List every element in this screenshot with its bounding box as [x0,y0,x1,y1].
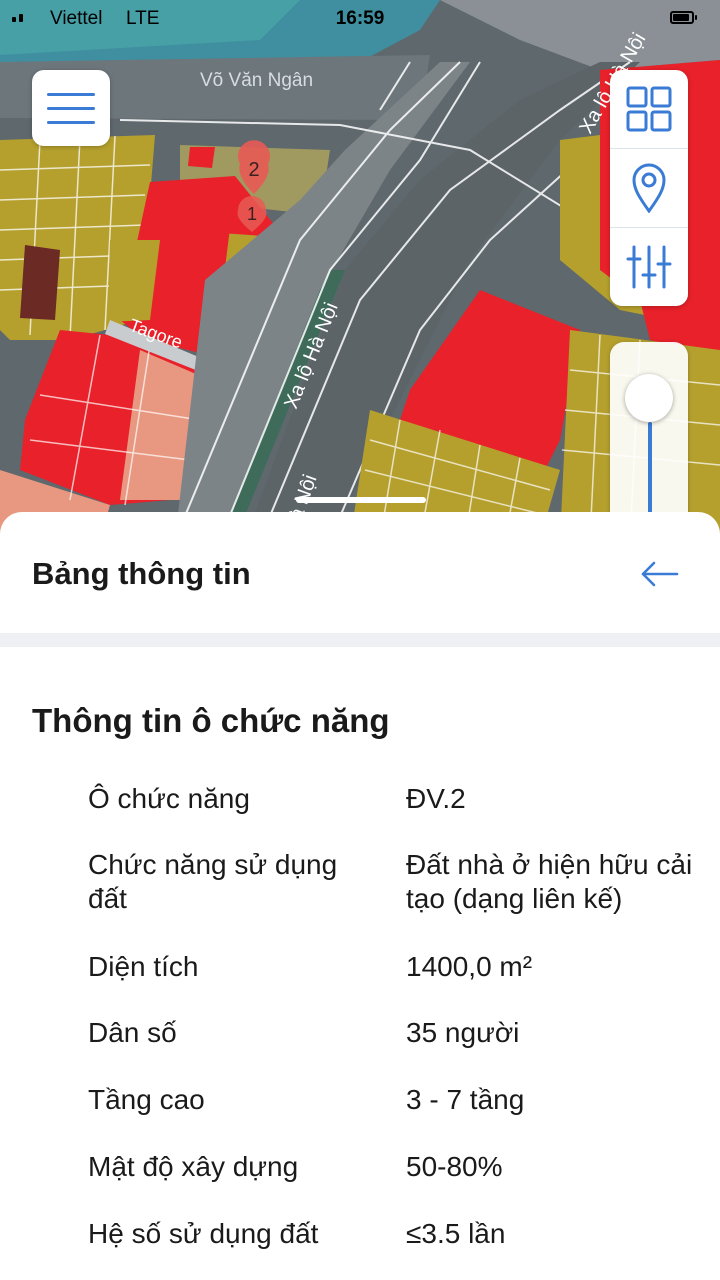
row-label: Mật độ xây dựng [88,1151,299,1182]
row-value: ≤3.5 lần [406,1218,506,1249]
filter-button[interactable] [610,228,688,306]
sliders-icon [626,245,672,289]
row-value: 50-80% [406,1151,503,1182]
row-label: Ô chức năng [88,783,250,814]
layers-button[interactable] [610,70,688,149]
back-button[interactable] [636,556,684,592]
row-label: Hệ số sử dụng đất [88,1218,319,1249]
info-panel: Bảng thông tin Thông tin ô chức năng Ô c… [0,512,720,1280]
location-pin-icon [632,163,666,213]
row-value: 3 - 7 tầng [406,1084,525,1115]
locate-button[interactable] [610,149,688,228]
panel-title: Bảng thông tin [32,556,251,591]
map-toolbar [610,70,688,306]
svg-text:2: 2 [248,159,259,181]
battery-icon [670,11,697,24]
row-label: Dân số [88,1017,177,1048]
row-label: Chức năng sử dụng đất [88,849,338,914]
section-divider [0,633,720,647]
row-value: ĐV.2 [406,783,466,814]
zoom-slider-thumb[interactable] [625,374,673,422]
arrow-left-icon [641,561,679,587]
status-time: 16:59 [335,8,385,29]
row-label: Diện tích [88,951,199,982]
row-value: 1400,0 m² [406,951,533,982]
info-panel-header: Bảng thông tin [0,512,720,632]
status-bar: Viettel LTE 16:59 [0,0,720,40]
street-label-vo-van-ngan: Võ Văn Ngân [200,70,313,91]
row-label: Tầng cao [88,1084,205,1115]
hamburger-menu-icon [47,92,95,96]
section-title: Thông tin ô chức năng [32,702,390,739]
row-value: Đất nhà ở hiện hữu cải tạo (dạng liên kế… [406,849,693,914]
svg-text:1: 1 [247,204,257,224]
menu-button[interactable] [32,70,110,146]
grid-layers-icon [626,86,672,132]
row-value: 35 người [406,1017,520,1048]
sheet-drag-handle[interactable] [296,497,426,503]
